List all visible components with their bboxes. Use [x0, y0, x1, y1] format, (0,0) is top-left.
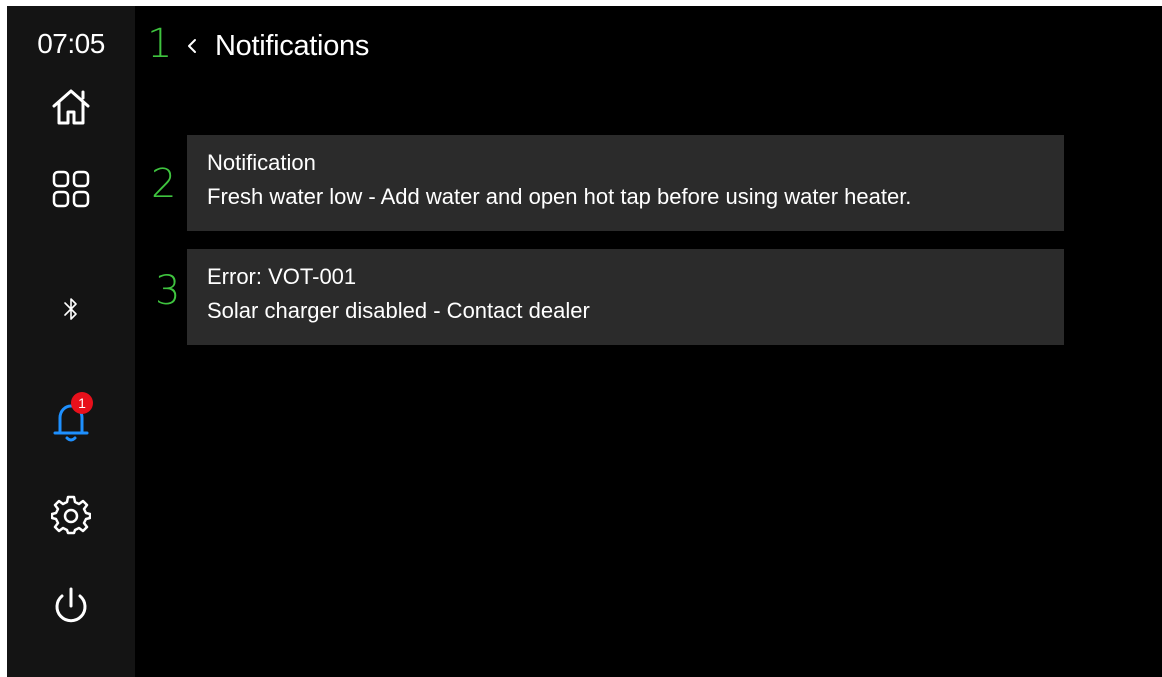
chevron-left-icon	[188, 39, 196, 53]
nav-notifications-button[interactable]: 1	[46, 392, 96, 444]
notification-message: Fresh water low - Add water and open hot…	[207, 184, 912, 209]
clock: 07:05	[37, 28, 105, 59]
error-card[interactable]: Error: VOT-001 Solar charger disabled - …	[187, 249, 1064, 345]
gear-icon	[51, 495, 91, 535]
page-title: Notifications	[215, 29, 370, 62]
home-icon	[52, 89, 90, 125]
error-message: Solar charger disabled - Contact dealer	[207, 298, 590, 323]
error-title: Error: VOT-001	[207, 264, 357, 289]
annotation-marker-3: 3	[155, 268, 181, 314]
sidebar: 07:05 1	[7, 6, 135, 677]
back-button[interactable]	[185, 26, 209, 66]
annotation-marker-1: 1	[147, 21, 173, 67]
screen: 07:05 1 1 2 3 Notifications Notification…	[7, 6, 1162, 677]
apps-grid-icon	[52, 170, 90, 208]
nav-bluetooth-button[interactable]	[46, 286, 96, 332]
nav-power-button[interactable]	[46, 584, 96, 630]
annotation-marker-2: 2	[151, 161, 177, 207]
nav-apps-button[interactable]	[46, 166, 96, 212]
power-icon	[55, 587, 87, 623]
nav-settings-button[interactable]	[46, 492, 96, 538]
page-header: Notifications	[185, 24, 369, 68]
bluetooth-icon	[64, 298, 77, 320]
notification-title: Notification	[207, 150, 316, 175]
notification-card[interactable]: Notification Fresh water low - Add water…	[187, 135, 1064, 231]
nav-home-button[interactable]	[46, 84, 96, 130]
notification-badge: 1	[71, 392, 93, 414]
